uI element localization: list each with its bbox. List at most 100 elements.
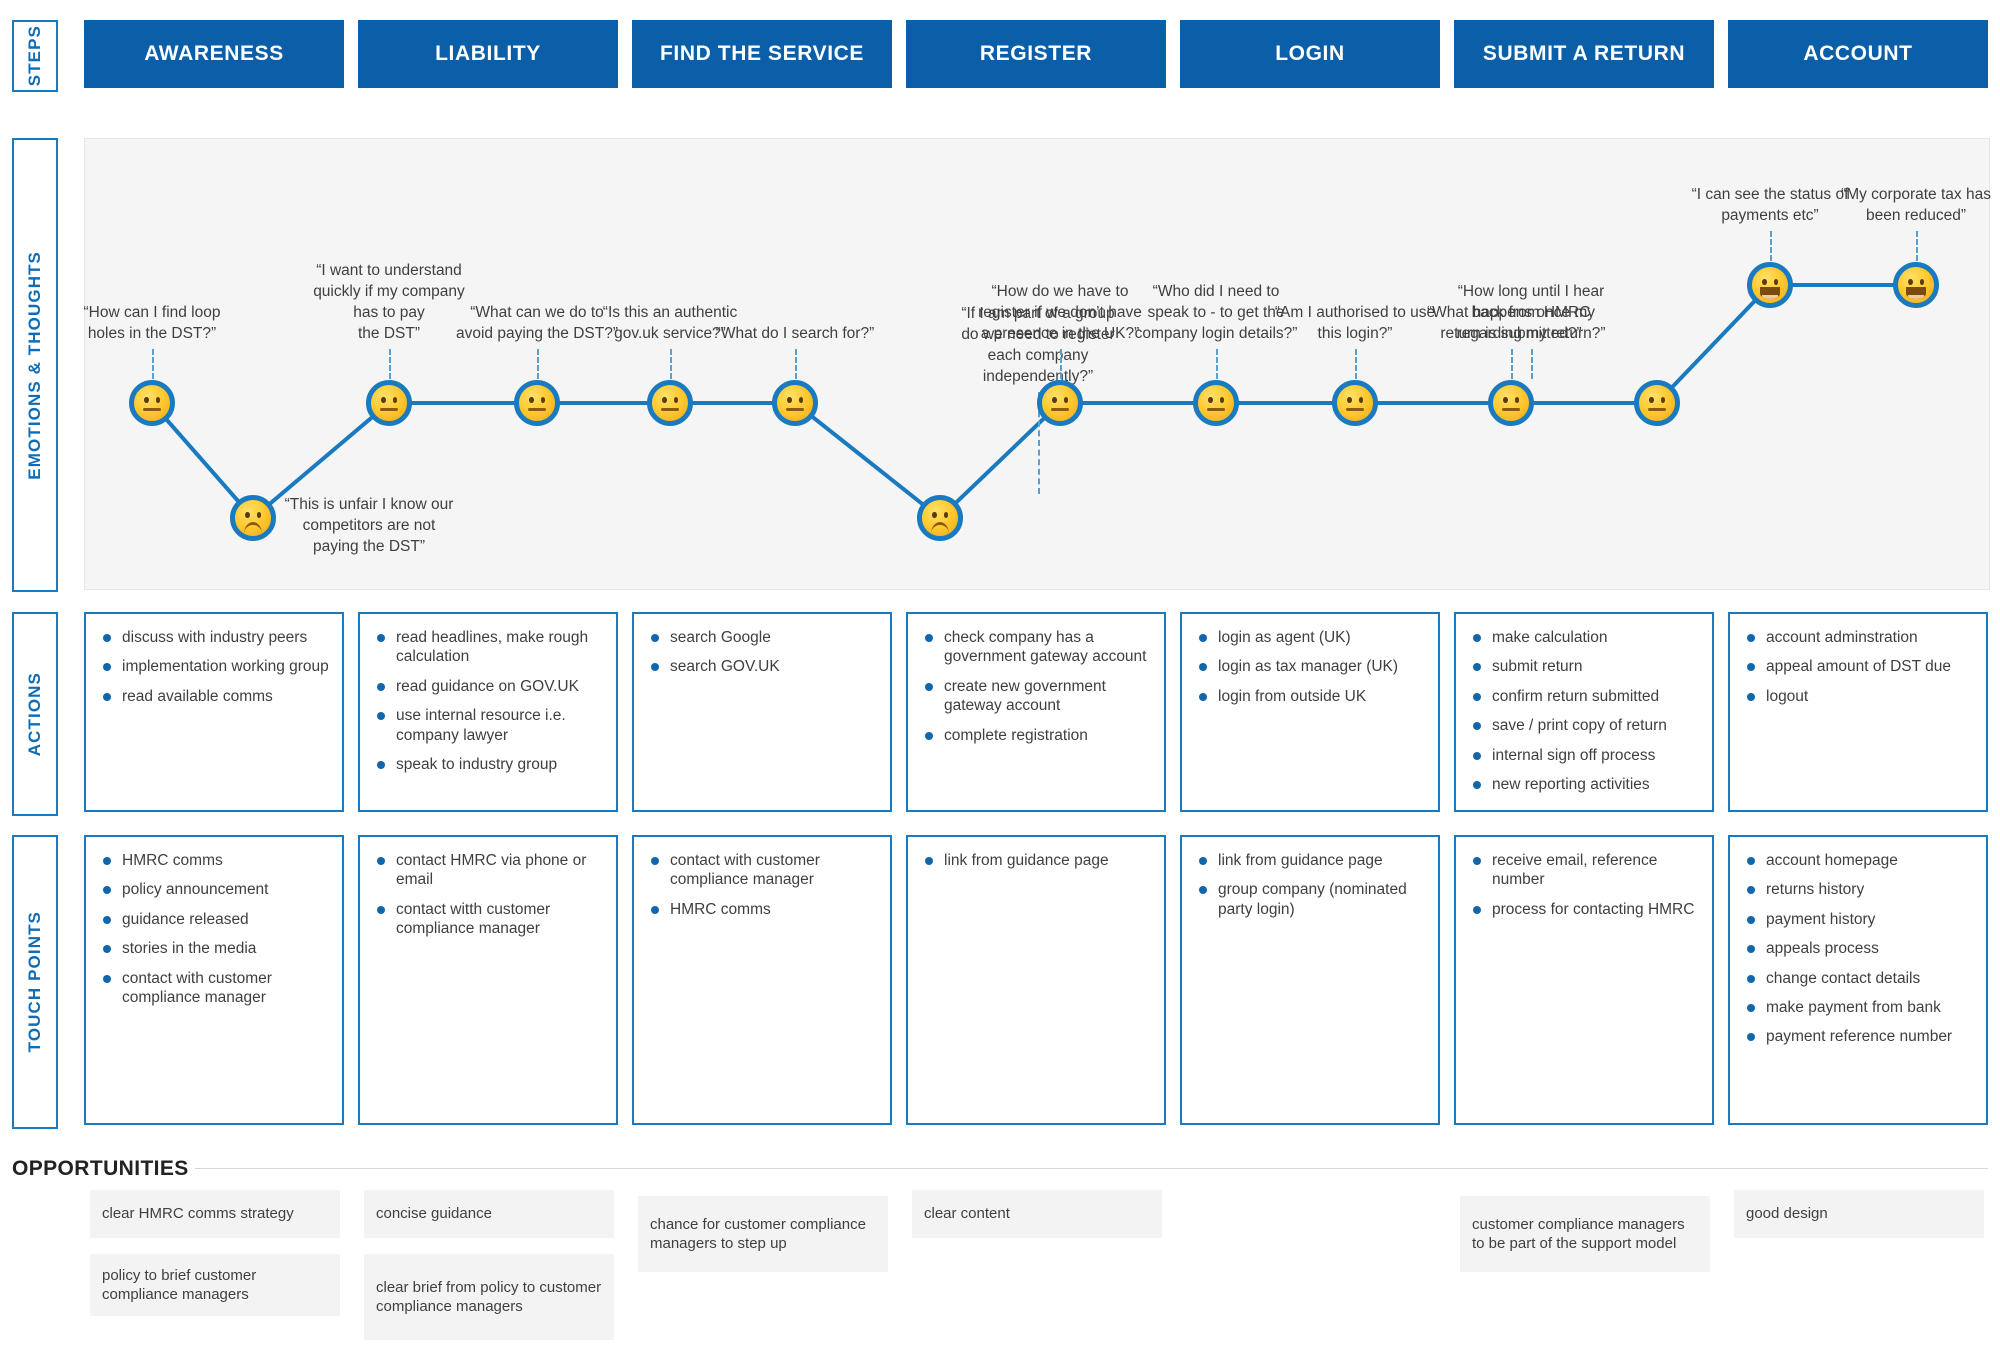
touchpoint-card: account homepage returns history payment h…: [1728, 835, 1988, 1125]
list-item: contact witth customer compliance manage…: [370, 900, 606, 939]
eye-right: [1919, 279, 1924, 285]
list-item: make calculation: [1466, 628, 1702, 647]
emotion-leader-line: [537, 349, 539, 379]
list-item: link from guidance page: [1192, 851, 1428, 870]
neutral-face-icon: [1634, 380, 1680, 426]
mouth: [244, 522, 262, 534]
emotion-leader-line: [670, 349, 672, 379]
emotion-leader-line: [1216, 349, 1218, 379]
list-item: guidance released: [96, 910, 332, 929]
mouth: [1207, 408, 1225, 411]
eye-right: [1063, 397, 1068, 403]
sad-face-icon: [230, 495, 276, 541]
eye-left: [932, 512, 937, 518]
list-item: save / print copy of return: [1466, 716, 1702, 735]
opportunity-chip: clear brief from policy to customer comp…: [364, 1254, 614, 1340]
list-item: group company (nominated party login): [1192, 880, 1428, 919]
list-item: link from guidance page: [918, 851, 1154, 870]
neutral-face-icon: [1488, 380, 1534, 426]
eye-right: [1219, 397, 1224, 403]
eye-left: [1052, 397, 1057, 403]
eye-left: [1908, 279, 1913, 285]
action-list: discuss with industry peers implementatio…: [96, 628, 332, 706]
action-list: search Google search GOV.UK: [644, 628, 880, 677]
list-item: account adminstration: [1740, 628, 1976, 647]
list-item: payment history: [1740, 910, 1976, 929]
list-item: confirm return submitted: [1466, 687, 1702, 706]
eye-left: [662, 397, 667, 403]
list-item: receive email, reference number: [1466, 851, 1702, 890]
eye-right: [1358, 397, 1363, 403]
row-label-actions-text: ACTIONS: [25, 671, 44, 757]
happy-face-icon: [1893, 262, 1939, 308]
step-cell-submit-a-return[interactable]: SUBMIT A RETURN: [1454, 20, 1714, 88]
opportunity-chip: clear HMRC comms strategy: [90, 1190, 340, 1238]
row-label-touchpoints-text: TOUCH POINTS: [25, 911, 44, 1053]
emotion-quote: “How long until I hear back from HMRC re…: [1456, 283, 1606, 342]
action-card: check company has a government gateway a…: [906, 612, 1166, 812]
touchpoint-list: contact with customer compliance manager…: [644, 851, 880, 919]
opportunity-chip: customer compliance managers to be part …: [1460, 1196, 1710, 1272]
row-label-actions: ACTIONS: [12, 612, 58, 816]
step-cell-login[interactable]: LOGIN: [1180, 20, 1440, 88]
mouth: [380, 408, 398, 411]
action-card: login as agent (UK) login as tax manager …: [1180, 612, 1440, 812]
touchpoint-list: HMRC comms policy announcement guidance re…: [96, 851, 332, 1007]
list-item: login as tax manager (UK): [1192, 657, 1428, 676]
list-item: contact with customer compliance manager: [644, 851, 880, 890]
eye-right: [1660, 397, 1665, 403]
opportunity-chip: concise guidance: [364, 1190, 614, 1238]
row-label-emotions-text: EMOTIONS & THOUGHTS: [25, 250, 44, 480]
list-item: HMRC comms: [96, 851, 332, 870]
list-item: read headlines, make rough calculation: [370, 628, 606, 667]
eye-right: [540, 397, 545, 403]
list-item: change contact details: [1740, 969, 1976, 988]
touchpoint-card: contact HMRC via phone or email contact w…: [358, 835, 618, 1125]
list-item: create new government gateway account: [918, 677, 1154, 716]
row-label-emotions: EMOTIONS & THOUGHTS: [12, 138, 58, 592]
mouth: [528, 408, 546, 411]
list-item: login as agent (UK): [1192, 628, 1428, 647]
list-item: appeals process: [1740, 939, 1976, 958]
opportunities-title: OPPORTUNITIES: [12, 1157, 189, 1180]
neutral-face-icon: [1193, 380, 1239, 426]
neutral-face-icon: [514, 380, 560, 426]
touchpoint-card: link from guidance page group company (no…: [1180, 835, 1440, 1125]
emotion-leader-line: [389, 349, 391, 379]
step-cell-account[interactable]: ACCOUNT: [1728, 20, 1988, 88]
eye-right: [798, 397, 803, 403]
action-list: read headlines, make rough calculation re…: [370, 628, 606, 774]
sad-face-icon: [917, 495, 963, 541]
step-cell-register[interactable]: REGISTER: [906, 20, 1166, 88]
step-cell-liability[interactable]: LIABILITY: [358, 20, 618, 88]
action-card: search Google search GOV.UK: [632, 612, 892, 812]
list-item: login from outside UK: [1192, 687, 1428, 706]
list-item: returns history: [1740, 880, 1976, 899]
list-item: HMRC comms: [644, 900, 880, 919]
step-cell-awareness[interactable]: AWARENESS: [84, 20, 344, 88]
list-item: contact HMRC via phone or email: [370, 851, 606, 890]
eye-right: [392, 397, 397, 403]
list-item: speak to industry group: [370, 755, 606, 774]
list-item: search GOV.UK: [644, 657, 880, 676]
touchpoint-list: receive email, reference number process f…: [1466, 851, 1702, 919]
mouth: [1502, 408, 1520, 411]
action-card: read headlines, make rough calculation re…: [358, 612, 618, 812]
journey-map: STEPS EMOTIONS & THOUGHTS ACTIONS TOUCH …: [0, 0, 2000, 1356]
action-card: account adminstration appeal amount of DS…: [1728, 612, 1988, 812]
list-item: appeal amount of DST due: [1740, 657, 1976, 676]
neutral-face-icon: [129, 380, 175, 426]
step-cell-find-the-service[interactable]: FIND THE SERVICE: [632, 20, 892, 88]
action-card: make calculation submit return confirm ret…: [1454, 612, 1714, 812]
touchpoint-card: receive email, reference number process f…: [1454, 835, 1714, 1125]
emotion-leader-line: [1060, 349, 1062, 379]
list-item: read guidance on GOV.UK: [370, 677, 606, 696]
mouth: [931, 522, 949, 534]
opportunity-chip: policy to brief customer compliance mana…: [90, 1254, 340, 1316]
neutral-face-icon: [366, 380, 412, 426]
list-item: internal sign off process: [1466, 746, 1702, 765]
neutral-face-icon: [1332, 380, 1378, 426]
list-item: contact with customer compliance manager: [96, 969, 332, 1008]
emotion-leader-line: [1916, 231, 1918, 261]
eye-right: [1773, 279, 1778, 285]
